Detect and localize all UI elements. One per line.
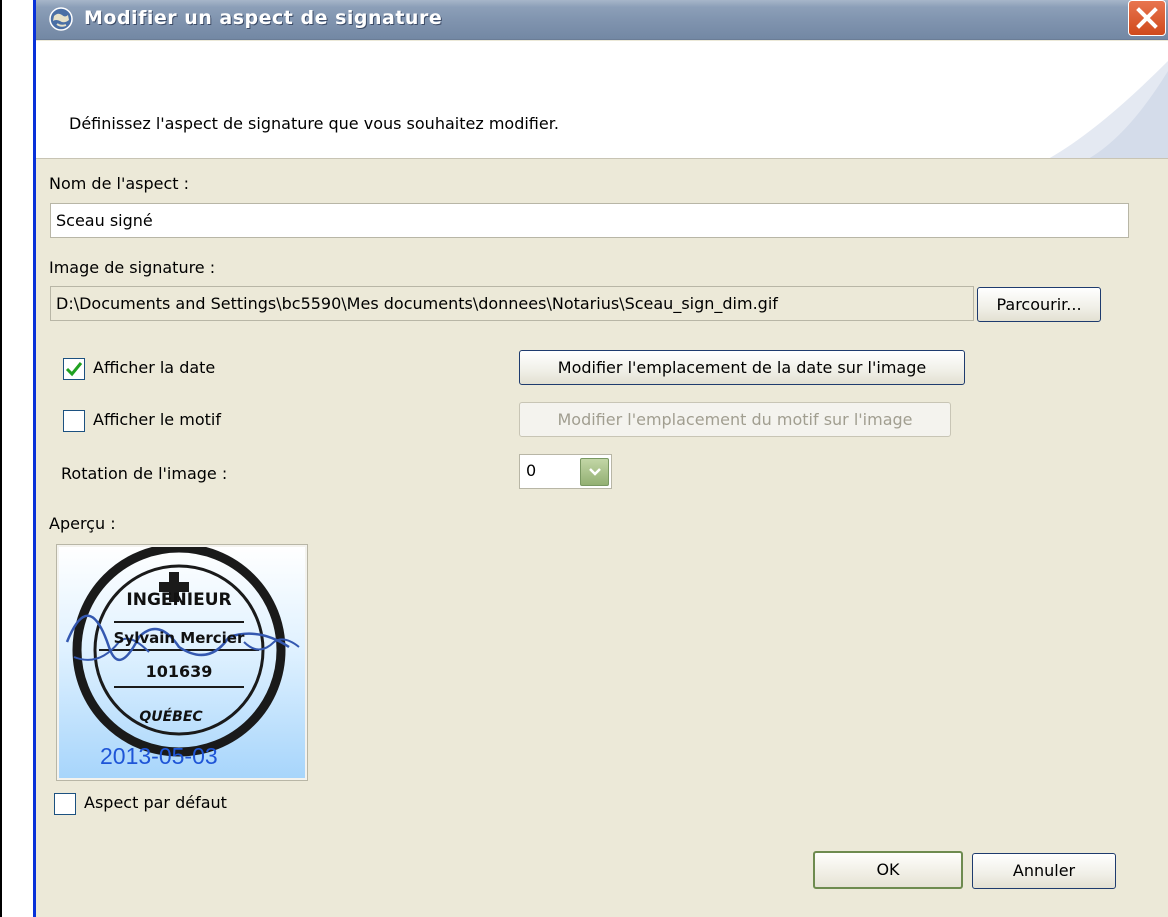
checkmark-icon xyxy=(65,362,83,377)
seal-top-text: INGENIEUR xyxy=(126,590,231,610)
cancel-button[interactable]: Annuler xyxy=(972,853,1116,889)
signature-image-label: Image de signature : xyxy=(49,258,216,277)
aspect-name-label: Nom de l'aspect : xyxy=(49,174,190,193)
ok-button[interactable]: OK xyxy=(813,851,963,889)
show-date-checkbox[interactable] xyxy=(63,358,85,380)
default-aspect-checkbox[interactable] xyxy=(54,793,76,815)
reason-position-button[interactable]: Modifier l'emplacement du motif sur l'im… xyxy=(519,402,951,437)
dialog-window: Modifier un aspect de signature Définiss… xyxy=(33,0,1168,917)
chevron-down-icon xyxy=(588,468,601,476)
close-button[interactable] xyxy=(1128,0,1166,36)
aspect-name-input[interactable]: Sceau signé xyxy=(50,203,1129,238)
title-bar[interactable]: Modifier un aspect de signature xyxy=(36,0,1168,40)
default-aspect-label: Aspect par défaut xyxy=(84,793,227,812)
rotation-value: 0 xyxy=(526,461,537,480)
rotation-label: Rotation de l'image : xyxy=(61,464,228,483)
header-swoosh-decoration xyxy=(1049,41,1168,158)
show-date-label: Afficher la date xyxy=(93,358,216,377)
show-reason-label: Afficher le motif xyxy=(93,410,221,429)
signature-image-path[interactable]: D:\Documents and Settings\bc5590\Mes doc… xyxy=(50,286,974,321)
app-globe-icon xyxy=(49,7,73,31)
preview-date-text: 2013-05-03 xyxy=(100,743,218,769)
header-description: Définissez l'aspect de signature que vou… xyxy=(69,114,559,133)
close-icon xyxy=(1136,7,1158,29)
window-title: Modifier un aspect de signature xyxy=(84,7,443,29)
rotation-select[interactable]: 0 xyxy=(519,454,612,489)
preview-label: Aperçu : xyxy=(49,514,116,533)
seal-number-text: 101639 xyxy=(146,662,213,681)
signature-preview: INGENIEUR Sylvain Mercier 101639 QUÉBEC … xyxy=(56,544,308,781)
outer-window-edge xyxy=(0,0,2,917)
browse-button[interactable]: Parcourir... xyxy=(977,287,1101,322)
show-reason-checkbox[interactable] xyxy=(63,410,85,432)
header-banner: Définissez l'aspect de signature que vou… xyxy=(36,41,1168,159)
date-position-button[interactable]: Modifier l'emplacement de la date sur l'… xyxy=(519,350,965,385)
seal-name-text: Sylvain Mercier xyxy=(114,629,245,647)
dropdown-button[interactable] xyxy=(580,458,609,486)
seal-bottom-text: QUÉBEC xyxy=(139,708,203,725)
